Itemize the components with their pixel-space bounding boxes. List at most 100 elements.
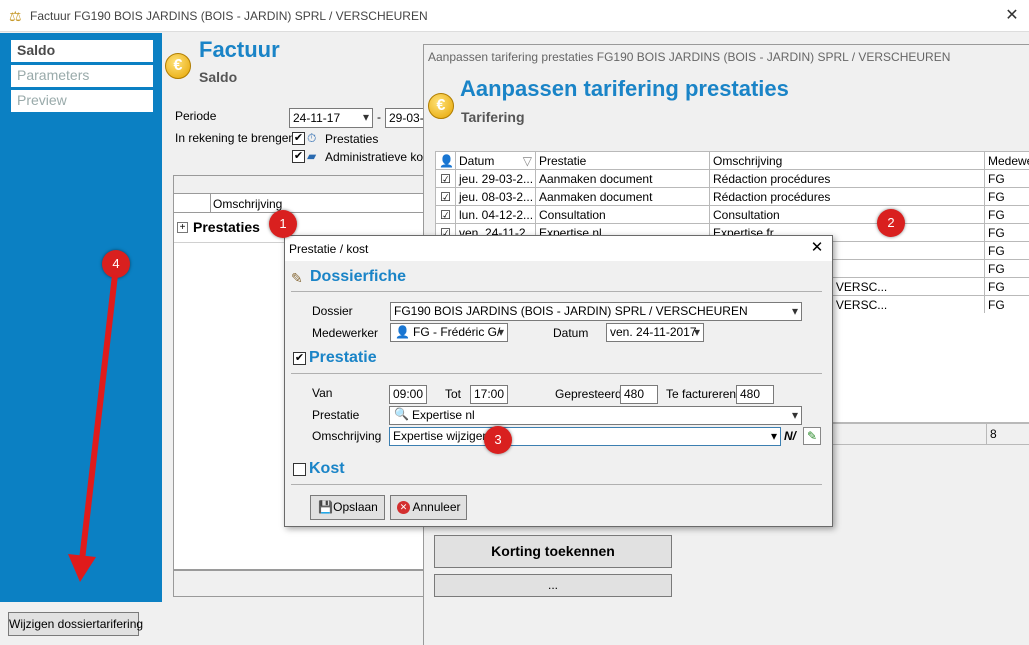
prestatie-label: Prestatie bbox=[312, 408, 360, 422]
scales-icon: ⚖ bbox=[9, 8, 22, 24]
grid-header-band bbox=[174, 176, 423, 194]
medewerker-select[interactable]: 👤 FG - Frédéric G/ bbox=[390, 323, 508, 342]
te-factureren-label: Te factureren bbox=[666, 387, 737, 401]
expand-toggle[interactable]: + bbox=[177, 222, 188, 233]
column-header-medewerker[interactable]: Medewer bbox=[984, 151, 1029, 170]
search-icon: 🔍 bbox=[394, 407, 409, 421]
euro-icon: € bbox=[428, 93, 454, 119]
table-row[interactable]: ☑ jeu. 08-03-2... Aanmaken document Rédacti… bbox=[435, 187, 1029, 206]
sidebar-item-preview[interactable]: Preview bbox=[11, 90, 153, 112]
te-factureren-input[interactable]: 480 bbox=[736, 385, 774, 404]
datum-label: Datum bbox=[553, 326, 589, 340]
annuleer-label: Annuleer bbox=[412, 500, 461, 514]
arrow-head bbox=[68, 554, 96, 582]
page-subtitle: Saldo bbox=[199, 69, 238, 85]
prestaties-checkbox[interactable]: ✔ bbox=[292, 132, 305, 145]
omschrijving-label: Omschrijving bbox=[312, 429, 382, 443]
section-divider bbox=[291, 484, 822, 485]
table-header-row: 👤 Datum▽ Prestatie Omschrijving Medewer bbox=[435, 151, 1029, 170]
prestaties-option-label: Prestaties bbox=[325, 132, 379, 146]
group-row-prestaties[interactable]: Prestaties bbox=[193, 219, 260, 235]
periode-separator: - bbox=[377, 110, 381, 124]
row-checkbox[interactable]: ☑ bbox=[435, 187, 456, 206]
cell-medewerker: FG bbox=[984, 277, 1029, 296]
grid-header-row: Omschrijving bbox=[174, 194, 423, 213]
dialog-titlebar: Prestatie / kost ✕ bbox=[285, 236, 832, 261]
arrow-shaft bbox=[79, 274, 118, 561]
admin-kosten-option-label: Administratieve koste bbox=[325, 150, 440, 164]
row-checkbox[interactable]: ☑ bbox=[435, 205, 456, 224]
prestatie-checkbox[interactable]: ✔ bbox=[293, 352, 306, 365]
cancel-icon: ✕ bbox=[397, 501, 410, 514]
medewerker-label: Medewerker bbox=[312, 326, 379, 340]
total-divider bbox=[986, 424, 987, 444]
cell-datum: jeu. 08-03-2... bbox=[455, 187, 536, 206]
annuleer-button[interactable]: ✕ Annuleer bbox=[390, 495, 467, 520]
column-header-omschrijving[interactable]: Omschrijving bbox=[709, 151, 985, 170]
main-window-title: Factuur FG190 BOIS JARDINS (BOIS - JARDI… bbox=[30, 9, 428, 23]
tot-input[interactable]: 17:00 bbox=[470, 385, 508, 404]
tarifering-title: Aanpassen tarifering prestaties bbox=[460, 76, 789, 101]
close-icon[interactable]: ✕ bbox=[1000, 4, 1024, 28]
row-checkbox[interactable]: ☑ bbox=[435, 169, 456, 188]
section-dossierfiche: Dossierfiche bbox=[310, 268, 407, 285]
section-divider bbox=[291, 373, 822, 374]
bottom-bar: Wijzigen dossiertarifering bbox=[0, 602, 424, 645]
stopwatch-icon: ⏱ bbox=[307, 131, 317, 145]
column-header-prestatie[interactable]: Prestatie bbox=[535, 151, 710, 170]
annotation-badge-2: 2 bbox=[877, 209, 905, 237]
cell-prestatie: Consultation bbox=[535, 205, 710, 224]
grid-column-divider bbox=[210, 194, 211, 213]
user-icon: 👤 bbox=[395, 325, 410, 339]
section-divider bbox=[291, 291, 822, 292]
close-icon[interactable]: ✕ bbox=[807, 238, 827, 258]
cell-medewerker: FG bbox=[984, 187, 1029, 206]
table-row[interactable]: ☑ lun. 04-12-2... Consultation Consultation… bbox=[435, 205, 1029, 224]
dossier-icon: ✎ bbox=[291, 270, 303, 286]
sidebar-item-saldo[interactable]: Saldo bbox=[11, 40, 153, 62]
dossier-select[interactable]: FG190 BOIS JARDINS (BOIS - JARDIN) SPRL … bbox=[390, 302, 802, 321]
table-row[interactable]: ☑ jeu. 29-03-2... Aanmaken document Rédacti… bbox=[435, 169, 1029, 188]
cell-prestatie: Aanmaken document bbox=[535, 169, 710, 188]
cell-omschrijving: Rédaction procédures bbox=[709, 187, 985, 206]
tarifering-subtitle: Tarifering bbox=[461, 109, 525, 125]
annotation-arrow bbox=[68, 274, 118, 582]
save-icon: 💾 bbox=[318, 500, 333, 514]
van-label: Van bbox=[312, 386, 333, 400]
tarifering-window-title: Aanpassen tarifering prestaties FG190 BO… bbox=[428, 50, 951, 64]
user-icon: 👤 bbox=[435, 151, 456, 170]
cell-medewerker: FG bbox=[984, 241, 1029, 260]
periode-to-select[interactable]: 29-03-1 bbox=[385, 108, 425, 128]
kost-checkbox[interactable] bbox=[293, 463, 306, 476]
gepresteerd-label: Gepresteerd bbox=[555, 387, 622, 401]
wijzigen-dossiertarifering-button[interactable]: Wijzigen dossiertarifering bbox=[8, 612, 143, 636]
sidebar-item-parameters[interactable]: Parameters bbox=[11, 65, 153, 87]
cell-medewerker: FG bbox=[984, 223, 1029, 242]
edit-note-icon[interactable]: ✎ bbox=[803, 427, 821, 445]
chevron-down-icon[interactable]: ▾ bbox=[771, 429, 777, 443]
periode-from-select[interactable]: 24-11-17 bbox=[289, 108, 373, 128]
cell-medewerker: FG bbox=[984, 169, 1029, 188]
total-value: 8 bbox=[990, 427, 997, 441]
opslaan-label: Opslaan bbox=[333, 500, 378, 514]
korting-toekennen-button[interactable]: Korting toekennen bbox=[434, 535, 672, 568]
cell-datum: jeu. 29-03-2... bbox=[455, 169, 536, 188]
omschrijving-input[interactable]: Expertise wijzigen ▾ bbox=[389, 427, 781, 446]
prestatie-select[interactable]: 🔍 Expertise nl bbox=[389, 406, 802, 425]
more-button[interactable]: ... bbox=[434, 574, 672, 597]
dialog-title: Prestatie / kost bbox=[289, 242, 369, 256]
opslaan-button[interactable]: 💾 Opslaan bbox=[310, 495, 385, 520]
tot-label: Tot bbox=[445, 387, 462, 401]
column-header-datum[interactable]: Datum ▽ bbox=[455, 151, 536, 170]
ni-toggle[interactable]: N/ bbox=[784, 429, 796, 443]
cell-datum: lun. 04-12-2... bbox=[455, 205, 536, 224]
section-prestatie: Prestatie bbox=[309, 349, 377, 366]
gepresteerd-input[interactable]: 480 bbox=[620, 385, 658, 404]
column-header-omschrijving[interactable]: Omschrijving bbox=[213, 197, 282, 211]
cell-omschrijving: Consultation bbox=[709, 205, 985, 224]
van-input[interactable]: 09:00 bbox=[389, 385, 427, 404]
admin-kosten-checkbox[interactable]: ✔ bbox=[292, 150, 305, 163]
datum-select[interactable]: ven. 24-11-2017 bbox=[606, 323, 704, 342]
annotation-badge-1: 1 bbox=[269, 210, 297, 238]
prestatie-kost-dialog: Prestatie / kost ✕ ✎ Dossierfiche Dossie… bbox=[284, 235, 833, 527]
